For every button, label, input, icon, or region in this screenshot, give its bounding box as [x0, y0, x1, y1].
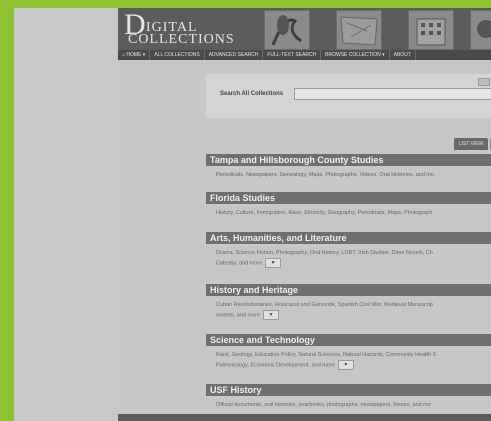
more-toggle[interactable]: ▼ — [263, 310, 280, 320]
left-margin — [14, 8, 118, 421]
main-nav: ⌂ HOME ▾ ALL COLLECTIONS ADVANCED SEARCH… — [118, 50, 491, 60]
page-background: D IGITAL COLLECTIONS ⌂ HOME ▾ ALL COLLEC… — [14, 8, 491, 421]
nav-browse-collection[interactable]: BROWSE COLLECTION ▾ — [321, 50, 390, 60]
category-title[interactable]: Tampa and Hillsborough County Studies — [206, 154, 491, 166]
header-image-plant — [264, 10, 310, 50]
category-arts: Arts, Humanities, and Literature Drama, … — [206, 232, 491, 268]
category-science: Science and Technology Karst, Geology, E… — [206, 334, 491, 370]
nav-advanced-search[interactable]: ADVANCED SEARCH — [205, 50, 264, 60]
category-florida: Florida Studies History, Culture, Immigr… — [206, 192, 491, 218]
search-panel: Search All Collections — [206, 74, 491, 118]
list-view-button[interactable]: LIST VIEW — [454, 138, 488, 150]
category-description: History, Culture, Immigration, Race, Eth… — [216, 210, 433, 216]
logo-line2: COLLECTIONS — [128, 32, 235, 47]
category-title[interactable]: Science and Technology — [206, 334, 491, 346]
search-option-button[interactable] — [478, 78, 490, 86]
nav-about[interactable]: ABOUT — [390, 50, 416, 60]
category-description: Karst, Geology, Education Policy, Natura… — [216, 352, 437, 370]
digital-collections-logo[interactable]: D IGITAL COLLECTIONS — [124, 10, 254, 50]
nav-full-text-search[interactable]: FULL-TEXT SEARCH — [263, 50, 322, 60]
category-description: Drama, Science Fiction, Photography, Ora… — [216, 250, 433, 268]
search-input[interactable] — [294, 88, 491, 100]
header-image-4 — [470, 10, 491, 50]
footer-bar — [118, 414, 491, 421]
nav-home[interactable]: ⌂ HOME ▾ — [118, 50, 151, 60]
category-title[interactable]: History and Heritage — [206, 284, 491, 296]
category-history: History and Heritage Cuban Revolutionari… — [206, 284, 491, 320]
category-title[interactable]: USF History — [206, 384, 491, 396]
category-title[interactable]: Florida Studies — [206, 192, 491, 204]
category-description: Official documents, oral histories, year… — [216, 402, 431, 408]
nav-all-collections[interactable]: ALL COLLECTIONS — [150, 50, 205, 60]
category-usf-history: USF History Official documents, oral his… — [206, 384, 491, 410]
header-image-map — [336, 10, 382, 50]
category-description: Periodicals, Newspapers, Genealogy, Maps… — [216, 172, 435, 178]
header-image-building — [408, 10, 454, 50]
site-container: D IGITAL COLLECTIONS ⌂ HOME ▾ ALL COLLEC… — [118, 8, 491, 421]
category-description: Cuban Revolutionaries, Holocaust and Gen… — [216, 302, 433, 320]
more-toggle[interactable]: ▼ — [265, 258, 282, 268]
category-title[interactable]: Arts, Humanities, and Literature — [206, 232, 491, 244]
site-header: D IGITAL COLLECTIONS ⌂ HOME ▾ ALL COLLEC… — [118, 8, 491, 60]
search-label: Search All Collections — [220, 91, 284, 97]
more-toggle[interactable]: ▼ — [337, 360, 354, 370]
category-tampa: Tampa and Hillsborough County Studies Pe… — [206, 154, 491, 180]
